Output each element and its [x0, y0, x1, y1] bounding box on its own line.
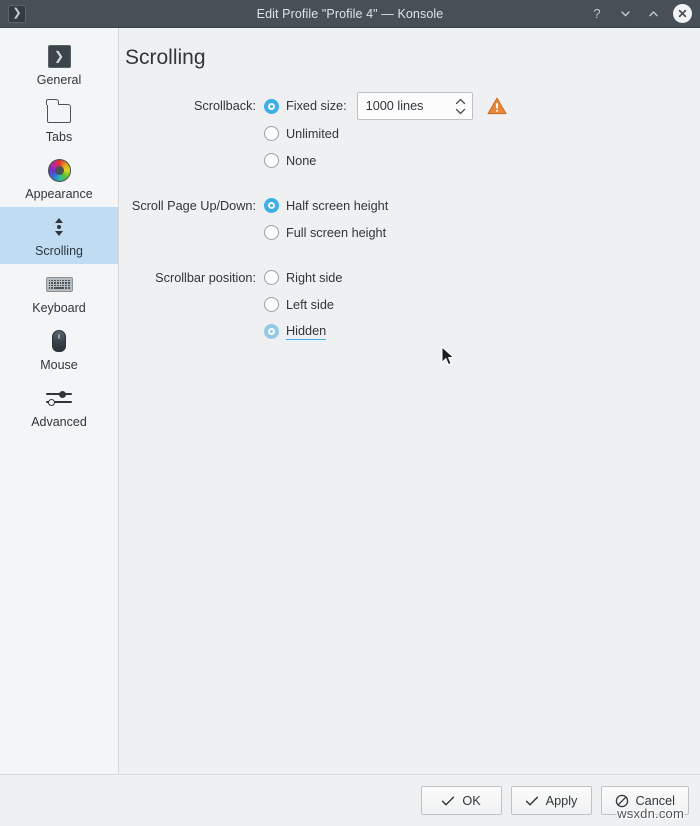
scrollback-label: Scrollback:: [193, 99, 256, 113]
radio-indicator: [264, 198, 279, 213]
tab-folder-icon: [42, 99, 76, 126]
radio-label: None: [286, 153, 317, 168]
sidebar-item-label: Scrolling: [35, 244, 83, 258]
radio-label: Left side: [286, 297, 334, 312]
sliders-icon: [42, 385, 76, 411]
window-controls: ?: [589, 4, 692, 23]
radio-label: Full screen height: [286, 225, 387, 240]
dialog-body: ❯ General Tabs Appearance Scrolling Keyb…: [0, 28, 700, 774]
close-icon[interactable]: [673, 4, 692, 23]
scrollbar-left-row: Left side: [119, 291, 700, 318]
radio-fixed-size[interactable]: Fixed size:: [264, 98, 347, 114]
radio-hidden[interactable]: Hidden: [264, 323, 327, 340]
scrollbar-position-label: Scrollbar position:: [155, 270, 256, 285]
spinbox-value: 1000 lines: [365, 99, 424, 113]
apply-button[interactable]: Apply: [510, 786, 592, 815]
mouse-icon: [42, 328, 76, 354]
sidebar-item-advanced[interactable]: Advanced: [0, 378, 118, 435]
scrolling-settings-pane: Scrolling Scrollback: Fixed size: 1000 l…: [119, 28, 700, 774]
edit-profile-dialog: ❯ Edit Profile "Profile 4" — Konsole ? ❯…: [0, 0, 700, 826]
radio-label: Fixed size:: [286, 99, 347, 113]
radio-indicator: [264, 98, 279, 114]
sidebar-item-keyboard[interactable]: Keyboard: [0, 264, 118, 321]
radio-indicator: [264, 153, 279, 168]
scroll-page-full-row: Full screen height: [119, 219, 700, 246]
radio-indicator: [264, 297, 279, 312]
sidebar-item-label: Appearance: [25, 187, 93, 201]
warning-triangle-icon: [487, 97, 507, 115]
minimize-icon[interactable]: [617, 6, 633, 22]
titlebar[interactable]: ❯ Edit Profile "Profile 4" — Konsole ?: [0, 0, 700, 28]
scrollbar-hidden-row: Hidden: [119, 318, 700, 345]
watermark: wsxdn.com: [617, 806, 684, 821]
radio-label: Hidden: [286, 323, 327, 340]
settings-form: Scrollback: Fixed size: 1000 lines Unlim…: [119, 92, 700, 345]
mouse-pointer-icon: [441, 345, 457, 373]
radio-indicator: [264, 225, 279, 240]
scrollback-row: Scrollback: Fixed size: 1000 lines: [119, 92, 700, 120]
radio-indicator: [264, 126, 279, 141]
radio-half-screen-height[interactable]: Half screen height: [264, 198, 388, 213]
ok-button[interactable]: OK: [420, 786, 502, 815]
sidebar-item-scrolling[interactable]: Scrolling: [0, 207, 118, 264]
sidebar-item-label: Mouse: [40, 358, 78, 372]
dialog-footer: OK Apply Cancel: [0, 774, 700, 826]
sidebar-item-mouse[interactable]: Mouse: [0, 321, 118, 378]
maximize-icon[interactable]: [645, 6, 661, 22]
scroll-page-row: Scroll Page Up/Down: Half screen height: [119, 192, 700, 219]
sidebar-item-appearance[interactable]: Appearance: [0, 150, 118, 207]
help-icon[interactable]: ?: [589, 6, 605, 22]
chevron-down-icon: [455, 108, 466, 114]
radio-none[interactable]: None: [264, 153, 316, 168]
radio-unlimited[interactable]: Unlimited: [264, 126, 339, 141]
sidebar-item-tabs[interactable]: Tabs: [0, 93, 118, 150]
konsole-terminal-icon: ❯: [42, 43, 76, 69]
spinbox-arrows[interactable]: [450, 93, 472, 119]
scrollback-none-row: None: [119, 147, 700, 174]
sidebar-item-label: Keyboard: [32, 301, 86, 315]
radio-label: Half screen height: [286, 198, 389, 213]
radio-indicator: [264, 324, 279, 339]
scrollbar-position-row: Scrollbar position: Right side: [119, 264, 700, 291]
scrollback-lines-spinbox[interactable]: 1000 lines: [356, 92, 473, 120]
radio-right-side[interactable]: Right side: [264, 270, 342, 285]
check-icon: [525, 796, 538, 805]
radio-full-screen-height[interactable]: Full screen height: [264, 225, 386, 240]
radio-indicator: [264, 270, 279, 285]
scroll-page-label: Scroll Page Up/Down:: [131, 198, 256, 213]
radio-left-side[interactable]: Left side: [264, 297, 334, 312]
sidebar-item-label: General: [36, 73, 82, 87]
ok-button-label: OK: [462, 793, 481, 808]
radio-label: Right side: [286, 270, 343, 285]
scrollbar-icon: [42, 214, 76, 240]
radio-label: Unlimited: [286, 126, 339, 141]
check-icon: [442, 796, 455, 805]
settings-sidebar: ❯ General Tabs Appearance Scrolling Keyb…: [0, 28, 119, 774]
chevron-up-icon: [455, 98, 466, 104]
keyboard-icon: [42, 271, 76, 297]
sidebar-item-label: Advanced: [31, 415, 87, 429]
scrollback-unlimited-row: Unlimited: [119, 120, 700, 147]
sidebar-item-general[interactable]: ❯ General: [0, 36, 118, 93]
color-wheel-icon: [42, 157, 76, 183]
apply-button-label: Apply: [545, 793, 578, 808]
page-title: Scrolling: [125, 46, 206, 69]
konsole-icon: ❯: [8, 4, 26, 23]
sidebar-item-label: Tabs: [45, 130, 73, 144]
